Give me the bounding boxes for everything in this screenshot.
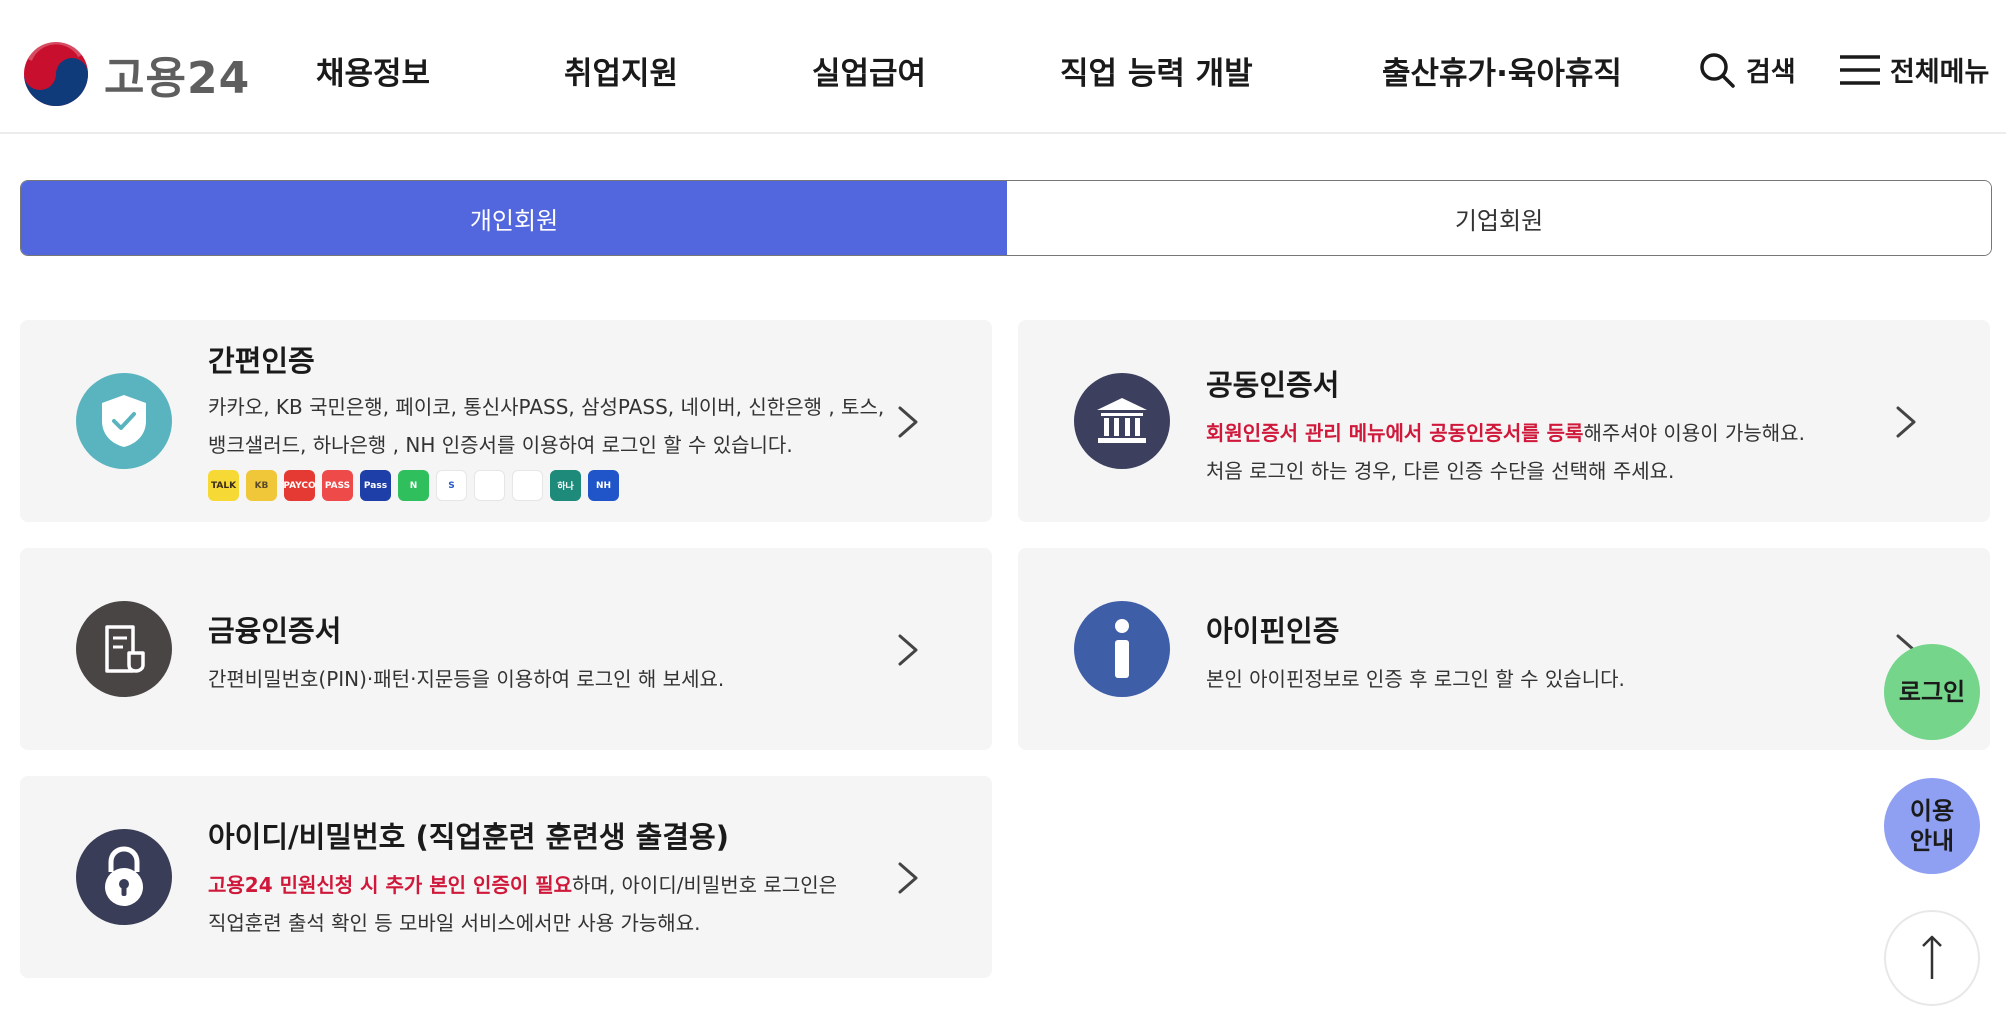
hamburger-menu-icon bbox=[1840, 54, 1880, 85]
auth-provider-icon bbox=[474, 470, 505, 501]
nav-item-employment-support[interactable]: 취업지원 bbox=[564, 48, 678, 93]
ipin-auth-body: 아이핀인증 본인 아이핀정보로 인증 후 로그인 할 수 있습니다. bbox=[1206, 608, 1860, 698]
search-button[interactable]: 검색 bbox=[1698, 50, 1796, 89]
floating-guide-button[interactable]: 이용 안내 bbox=[1884, 778, 1980, 874]
card-description: 본인 아이핀정보로 인증 후 로그인 할 수 있습니다. bbox=[1206, 660, 1860, 698]
bank-building-icon bbox=[1074, 373, 1170, 469]
search-icon bbox=[1700, 52, 1735, 88]
description-line: 간편비밀번호(PIN)·패턴·지문등을 이용하여 로그인 해 보세요. bbox=[208, 667, 725, 691]
highlight-text: 회원인증서 관리 메뉴에서 공동인증서를 등록 bbox=[1206, 421, 1584, 445]
card-description: 간편비밀번호(PIN)·패턴·지문등을 이용하여 로그인 해 보세요. bbox=[208, 660, 862, 698]
joint-certificate-card[interactable]: 공동인증서 회원인증서 관리 메뉴에서 공동인증서를 등록해주셔야 이용이 가능… bbox=[1018, 320, 1990, 522]
card-title: 금융인증서 bbox=[208, 614, 342, 648]
auth-provider-icon: PASS bbox=[322, 470, 353, 501]
card-description: 카카오, KB 국민은행, 페이코, 통신사PASS, 삼성PASS, 네이버,… bbox=[208, 388, 885, 464]
joint-certificate-body: 공동인증서 회원인증서 관리 메뉴에서 공동인증서를 등록해주셔야 이용이 가능… bbox=[1206, 362, 1860, 490]
tab-personal-member[interactable]: 개인회원 bbox=[21, 181, 1007, 255]
auth-provider-icon: TALK bbox=[208, 470, 239, 501]
auth-provider-icons: TALK KB PAYCO PASS Pass N S 하나 NH bbox=[208, 470, 862, 501]
guide-label-line: 안내 bbox=[1909, 827, 1955, 855]
auth-provider-icon: N bbox=[398, 470, 429, 501]
info-icon bbox=[1074, 601, 1170, 697]
description-line: 뱅크샐러드, 하나은행 , NH 인증서를 이용하여 로그인 할 수 있습니다. bbox=[208, 433, 793, 457]
id-password-body: 아이디/비밀번호 (직업훈련 훈련생 출결용) 고용24 민원신청 시 추가 본… bbox=[208, 814, 862, 942]
all-menu-button[interactable]: 전체메뉴 bbox=[1840, 50, 1989, 89]
financial-certificate-body: 금융인증서 간편비밀번호(PIN)·패턴·지문등을 이용하여 로그인 해 보세요… bbox=[208, 608, 862, 698]
card-title: 아이핀인증 bbox=[1206, 614, 1340, 648]
member-type-tabs: 개인회원 기업회원 bbox=[20, 180, 1992, 256]
description-line: 처음 로그인 하는 경우, 다른 인증 수단을 선택해 주세요. bbox=[1206, 459, 1675, 483]
highlight-text: 고용24 민원신청 시 추가 본인 인증이 필요 bbox=[208, 873, 573, 897]
auth-provider-icon: NH bbox=[588, 470, 619, 501]
taegeuk-logo-icon bbox=[24, 40, 88, 106]
description-line: 회원인증서 관리 메뉴에서 공동인증서를 등록해주셔야 이용이 가능해요. bbox=[1206, 414, 1860, 452]
description-text: 해주셔야 이용이 가능해요. bbox=[1583, 421, 1805, 445]
nav-item-maternity-parental-leave[interactable]: 출산휴가·육아휴직 bbox=[1382, 48, 1622, 93]
logo-text: 고용24 bbox=[104, 53, 251, 104]
card-description: 고용24 민원신청 시 추가 본인 인증이 필요하며, 아이디/비밀번호 로그인… bbox=[208, 866, 862, 942]
id-password-card[interactable]: 아이디/비밀번호 (직업훈련 훈련생 출결용) 고용24 민원신청 시 추가 본… bbox=[20, 776, 992, 978]
chevron-right-icon bbox=[898, 862, 918, 894]
site-header: 고용24 채용정보 취업지원 실업급여 직업 능력 개발 출산휴가·육아휴직 검… bbox=[0, 0, 2006, 134]
simple-auth-card[interactable]: 간편인증 카카오, KB 국민은행, 페이코, 통신사PASS, 삼성PASS,… bbox=[20, 320, 992, 522]
auth-provider-icon: S bbox=[436, 470, 467, 501]
shield-check-icon bbox=[76, 373, 172, 469]
nav-item-jobs[interactable]: 채용정보 bbox=[316, 48, 430, 93]
arrow-up-icon bbox=[1922, 935, 1942, 979]
simple-auth-body: 간편인증 카카오, KB 국민은행, 페이코, 통신사PASS, 삼성PASS,… bbox=[208, 338, 885, 501]
document-certificate-icon bbox=[76, 601, 172, 697]
auth-provider-icon bbox=[512, 470, 543, 501]
nav-item-unemployment-benefit[interactable]: 실업급여 bbox=[812, 48, 926, 93]
financial-certificate-card[interactable]: 금융인증서 간편비밀번호(PIN)·패턴·지문등을 이용하여 로그인 해 보세요… bbox=[20, 548, 992, 750]
nav-item-skill-development[interactable]: 직업 능력 개발 bbox=[1060, 48, 1253, 93]
card-title: 공동인증서 bbox=[1206, 368, 1340, 402]
description-line: 고용24 민원신청 시 추가 본인 인증이 필요하며, 아이디/비밀번호 로그인… bbox=[208, 866, 862, 904]
all-menu-label: 전체메뉴 bbox=[1890, 57, 1990, 88]
card-title: 아이디/비밀번호 (직업훈련 훈련생 출결용) bbox=[208, 820, 729, 854]
auth-provider-icon: PAYCO bbox=[284, 470, 315, 501]
chevron-right-icon bbox=[898, 406, 918, 438]
description-line: 본인 아이핀정보로 인증 후 로그인 할 수 있습니다. bbox=[1206, 667, 1625, 691]
guide-label-line: 이용 bbox=[1909, 797, 1955, 825]
search-label: 검색 bbox=[1746, 57, 1796, 88]
floating-login-button[interactable]: 로그인 bbox=[1884, 644, 1980, 740]
description-line: 직업훈련 출석 확인 등 모바일 서비스에서만 사용 가능해요. bbox=[208, 911, 701, 935]
scroll-to-top-button[interactable] bbox=[1884, 910, 1980, 1006]
card-title: 간편인증 bbox=[208, 344, 315, 378]
description-text: 하며, 아이디/비밀번호 로그인은 bbox=[572, 873, 838, 897]
auth-provider-icon: 하나 bbox=[550, 470, 581, 501]
lock-icon bbox=[76, 829, 172, 925]
card-description: 회원인증서 관리 메뉴에서 공동인증서를 등록해주셔야 이용이 가능해요. 처음… bbox=[1206, 414, 1860, 490]
ipin-auth-card[interactable]: 아이핀인증 본인 아이핀정보로 인증 후 로그인 할 수 있습니다. bbox=[1018, 548, 1990, 750]
auth-provider-icon: KB bbox=[246, 470, 277, 501]
description-line: 카카오, KB 국민은행, 페이코, 통신사PASS, 삼성PASS, 네이버,… bbox=[208, 395, 885, 419]
chevron-right-icon bbox=[1896, 406, 1916, 438]
site-logo[interactable]: 고용24 bbox=[22, 40, 250, 108]
tab-corporate-member[interactable]: 기업회원 bbox=[1007, 181, 1991, 255]
chevron-right-icon bbox=[898, 634, 918, 666]
auth-provider-icon: Pass bbox=[360, 470, 391, 501]
